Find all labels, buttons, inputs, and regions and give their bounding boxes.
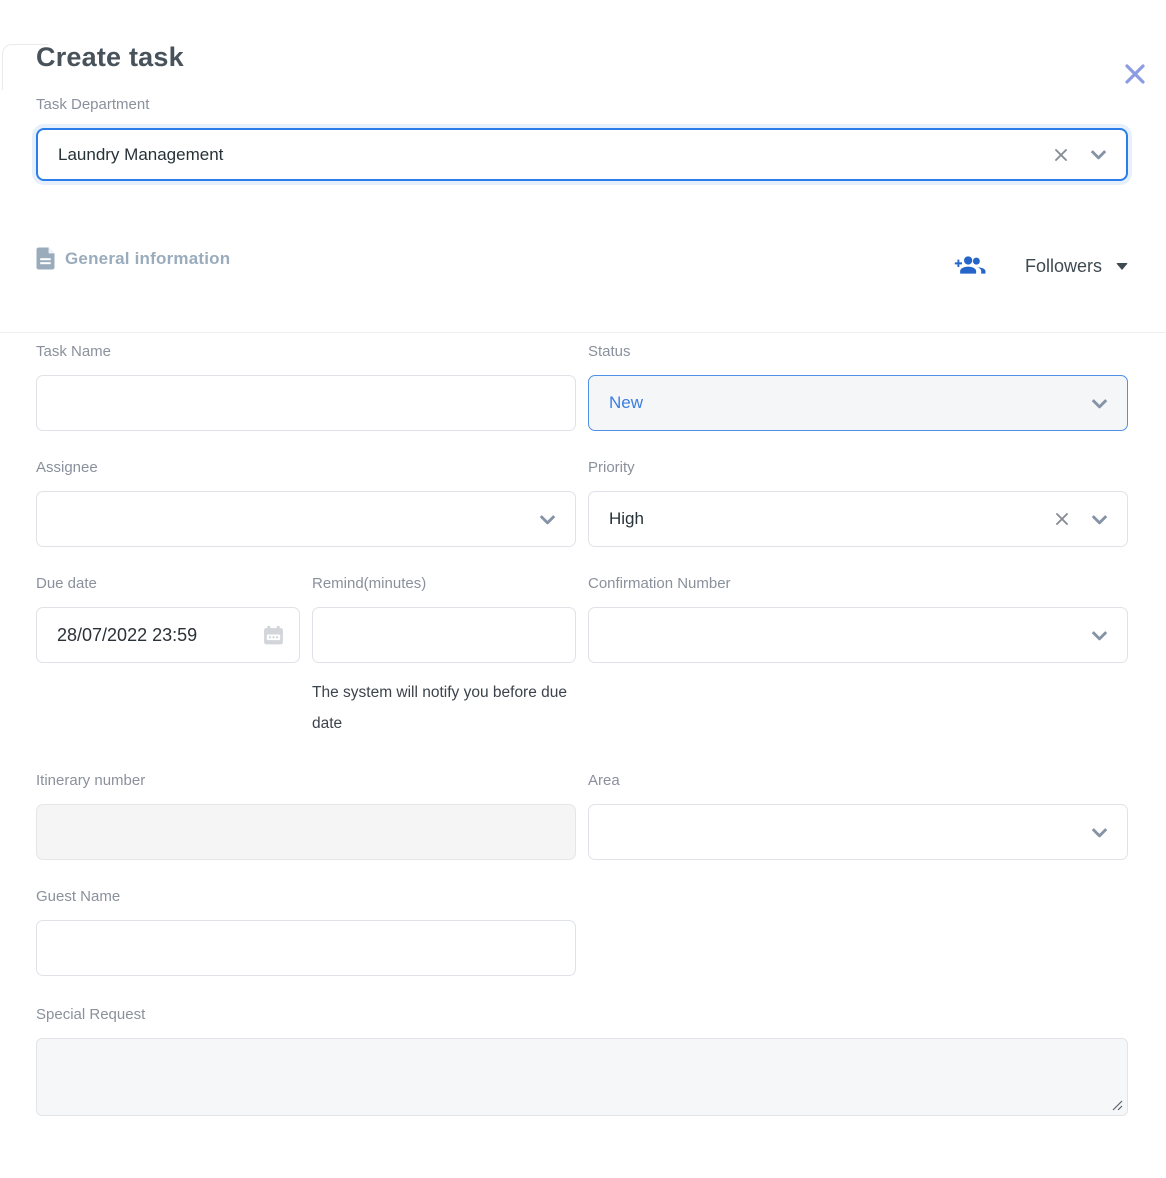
area-label: Area [588,772,1128,790]
group-add-glyph [954,253,986,277]
area-select[interactable] [588,804,1128,860]
assignee-label: Assignee [36,459,576,477]
status-select[interactable]: New [588,375,1128,431]
chevron-down-icon[interactable] [1088,392,1111,415]
guest-name-input[interactable] [36,920,576,976]
due-date-value: 28/07/2022 23:59 [57,625,262,646]
add-followers-icon[interactable] [953,253,987,279]
guest-name-label: Guest Name [36,888,576,906]
clear-icon[interactable] [1052,509,1072,529]
chevron-down-icon[interactable] [1088,821,1111,844]
task-department-label: Task Department [36,96,1128,114]
close-icon[interactable] [1120,59,1150,89]
due-date-input[interactable]: 28/07/2022 23:59 [36,607,300,663]
due-date-label: Due date [36,575,300,593]
task-name-label: Task Name [36,343,576,361]
followers-label: Followers [1025,256,1102,277]
page-title: Create task [36,42,1128,73]
confirmation-number-label: Confirmation Number [588,575,1128,593]
caret-down-icon [1116,263,1128,270]
task-department-select[interactable]: Laundry Management [36,128,1128,181]
special-request-label: Special Request [36,1006,1128,1024]
chevron-down-icon[interactable] [536,508,559,531]
confirmation-number-select[interactable] [588,607,1128,663]
document-icon [36,247,55,270]
followers-dropdown[interactable]: Followers [1025,256,1128,277]
create-task-modal: Create task Task Department Laundry Mana… [0,42,1166,1116]
section-divider [0,332,1166,333]
priority-select[interactable]: High [588,491,1128,547]
priority-label: Priority [588,459,1128,477]
itinerary-number-label: Itinerary number [36,772,576,790]
assignee-select[interactable] [36,491,576,547]
resize-handle[interactable] [1112,1100,1123,1111]
task-name-input[interactable] [36,375,576,431]
calendar-icon[interactable] [262,624,285,647]
section-title: General information [65,249,230,269]
status-label: Status [588,343,1128,361]
special-request-textarea[interactable] [36,1038,1128,1116]
chevron-down-icon[interactable] [1088,508,1111,531]
remind-helper-text: The system will notify you before due da… [312,677,576,739]
remind-input[interactable] [312,607,576,663]
status-value: New [609,393,1080,413]
chevron-down-icon[interactable] [1088,624,1111,647]
itinerary-number-input [36,804,576,860]
clear-icon[interactable] [1051,145,1071,165]
chevron-down-icon[interactable] [1087,143,1110,166]
remind-label: Remind(minutes) [312,575,576,593]
priority-value: High [609,509,1044,529]
close-x-glyph [1122,61,1148,87]
task-department-value: Laundry Management [58,145,1043,165]
